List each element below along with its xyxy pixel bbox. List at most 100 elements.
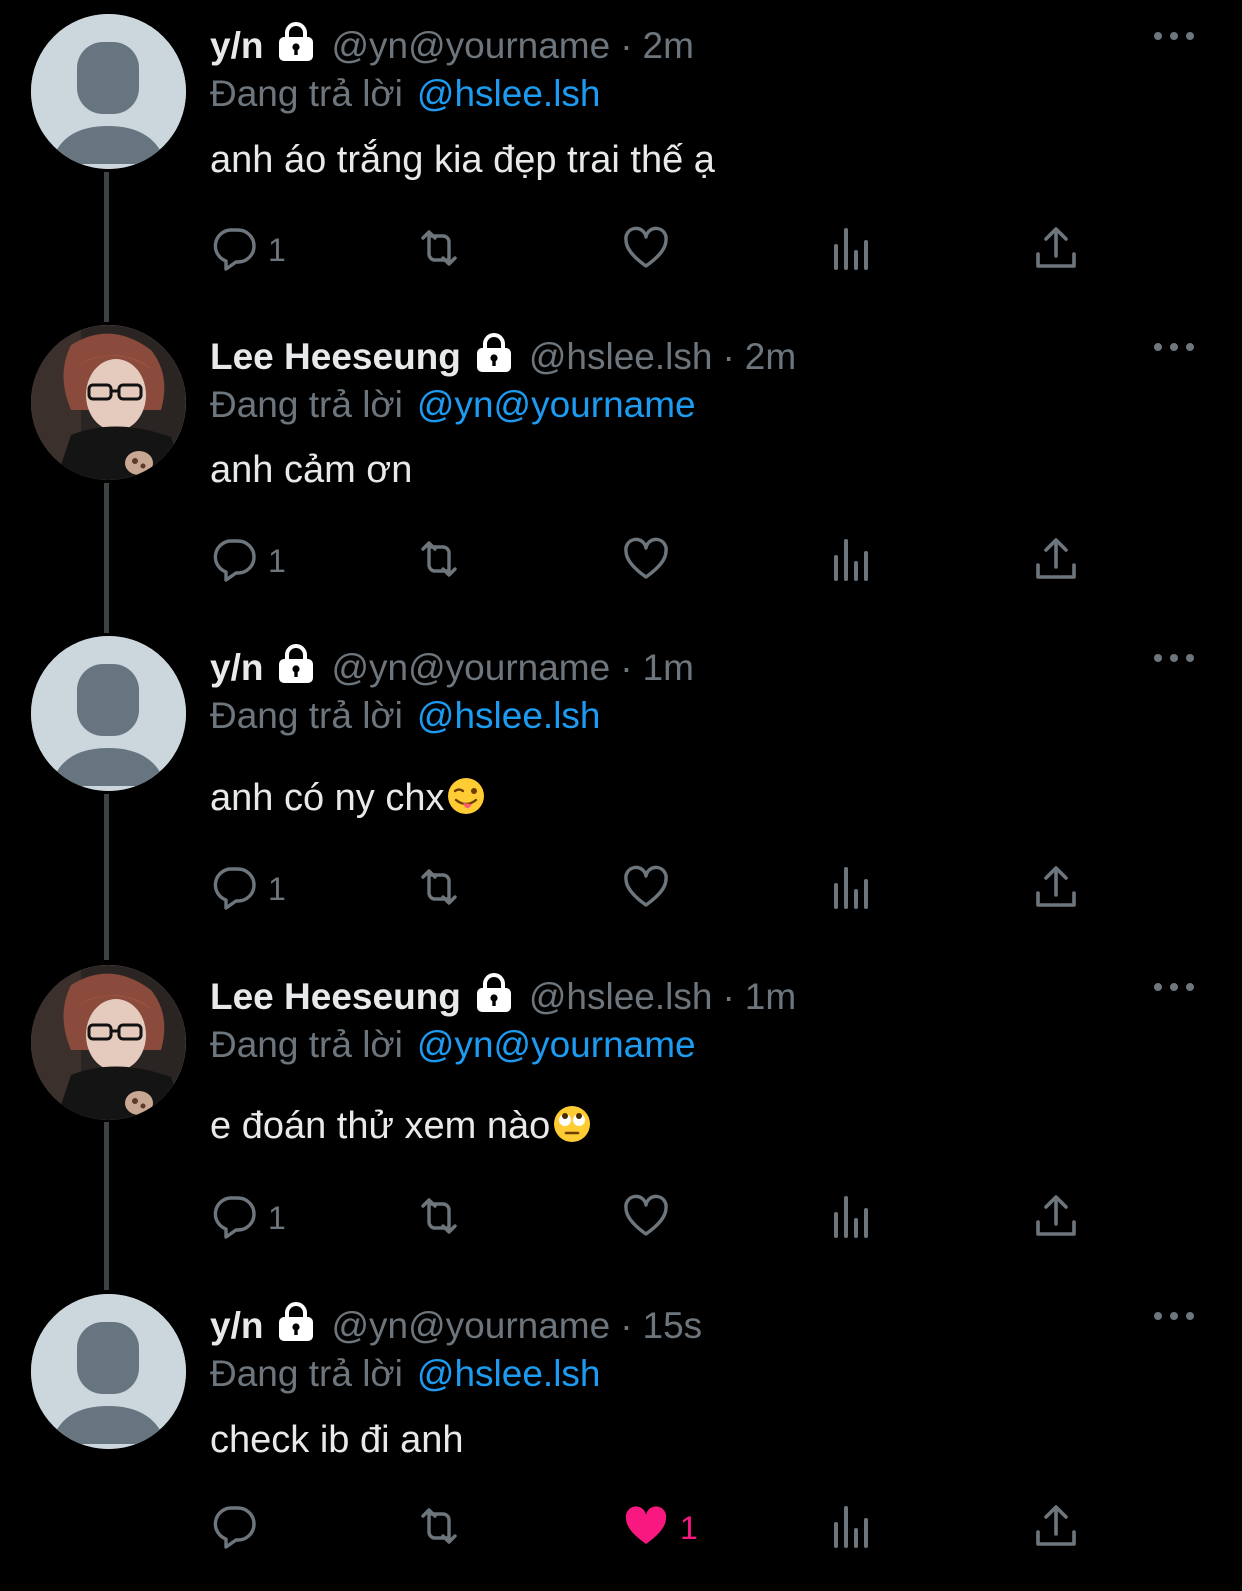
display-name[interactable]: y/n (210, 1302, 263, 1350)
like-button[interactable]: 1 (622, 1500, 698, 1556)
timestamp[interactable]: 1m (643, 644, 694, 692)
retweet-button[interactable] (415, 1500, 463, 1556)
reply-icon (210, 535, 258, 588)
more-icon[interactable] (1152, 26, 1196, 46)
views-button[interactable] (828, 861, 876, 917)
replying-to: Đang trả lời @yn@yourname (210, 381, 696, 429)
views-button[interactable] (828, 1190, 876, 1246)
avatar[interactable] (31, 965, 186, 1120)
tweet-actions: 1 (210, 861, 1110, 921)
heart-icon (622, 224, 670, 277)
display-name[interactable]: y/n (210, 22, 263, 70)
views-button[interactable] (828, 533, 876, 589)
reply-count: 1 (268, 1199, 286, 1236)
user-handle[interactable]: @hslee.lsh (529, 973, 713, 1021)
more-icon[interactable] (1152, 337, 1196, 357)
lock-icon (473, 333, 515, 373)
replying-to: Đang trả lời @hslee.lsh (210, 692, 601, 740)
replying-label: Đang trả lời (210, 1353, 403, 1394)
replying-to: Đang trả lời @hslee.lsh (210, 70, 601, 118)
retweet-icon (415, 224, 463, 277)
separator-dot: · (620, 25, 633, 66)
avatar[interactable] (31, 14, 186, 169)
user-handle[interactable]: @yn@yourname (331, 644, 610, 692)
tweet-text-content: check ib đi anh (210, 1419, 464, 1461)
display-name[interactable]: y/n (210, 644, 263, 692)
tweet[interactable]: y/n @yn@yourname · 2m Đang trả lời @hslee… (0, 0, 1242, 311)
timestamp[interactable]: 2m (643, 22, 694, 70)
tweet-text-content: anh áo trắng kia đẹp trai thế ạ (210, 139, 715, 181)
tweet-text: check ib đi anh (210, 1414, 464, 1466)
lock-icon (275, 644, 317, 684)
more-icon[interactable] (1152, 1306, 1196, 1326)
user-handle[interactable]: @yn@yourname (331, 22, 610, 70)
more-icon[interactable] (1152, 648, 1196, 668)
tweet-text: anh áo trắng kia đẹp trai thế ạ (210, 134, 715, 186)
replying-to: Đang trả lời @yn@yourname (210, 1021, 696, 1069)
retweet-button[interactable] (415, 533, 463, 589)
tweet-header: Lee Heeseung @hslee.lsh · 1m (210, 973, 796, 1021)
tweet-actions: 1 (210, 1500, 1110, 1560)
like-button[interactable] (622, 861, 680, 917)
mention-link[interactable]: @yn@yourname (417, 384, 696, 425)
share-icon (1032, 1192, 1080, 1245)
avatar[interactable] (31, 1294, 186, 1449)
tweet[interactable]: y/n @yn@yourname · 1m Đang trả lời @hslee… (0, 622, 1242, 933)
mention-link[interactable]: @yn@yourname (417, 1024, 696, 1065)
display-name[interactable]: Lee Heeseung (210, 333, 461, 381)
reply-button[interactable]: 1 (210, 533, 286, 589)
share-button[interactable] (1032, 1500, 1080, 1556)
tweet[interactable]: Lee Heeseung @hslee.lsh · 2m Đang trả lờ… (0, 311, 1242, 622)
share-button[interactable] (1032, 861, 1080, 917)
timestamp[interactable]: 1m (745, 973, 796, 1021)
tweet-header: y/n @yn@yourname · 1m (210, 644, 694, 692)
replying-label: Đang trả lời (210, 73, 403, 114)
replying-to: Đang trả lời @hslee.lsh (210, 1350, 601, 1398)
share-button[interactable] (1032, 1190, 1080, 1246)
retweet-icon (415, 535, 463, 588)
share-icon (1032, 863, 1080, 916)
separator-dot: · (620, 1305, 633, 1346)
more-icon[interactable] (1152, 977, 1196, 997)
timestamp[interactable]: 2m (745, 333, 796, 381)
tweet-text-content: anh có ny chx (210, 777, 445, 819)
reply-count: 1 (268, 231, 286, 268)
analytics-icon (828, 1502, 876, 1555)
mention-link[interactable]: @hslee.lsh (417, 1353, 601, 1394)
reply-icon (210, 863, 258, 916)
reply-button[interactable] (210, 1500, 268, 1556)
like-count: 1 (680, 1509, 698, 1546)
tweet-text: anh có ny chx (210, 772, 486, 824)
like-button[interactable] (622, 533, 680, 589)
mention-link[interactable]: @hslee.lsh (417, 695, 601, 736)
like-button[interactable] (622, 222, 680, 278)
reply-button[interactable]: 1 (210, 861, 286, 917)
share-button[interactable] (1032, 222, 1080, 278)
replying-label: Đang trả lời (210, 384, 403, 425)
analytics-icon (828, 1192, 876, 1245)
mention-link[interactable]: @hslee.lsh (417, 73, 601, 114)
like-button[interactable] (622, 1190, 680, 1246)
retweet-button[interactable] (415, 861, 463, 917)
display-name[interactable]: Lee Heeseung (210, 973, 461, 1021)
avatar[interactable] (31, 325, 186, 480)
tweet[interactable]: Lee Heeseung @hslee.lsh · 1m Đang trả lờ… (0, 951, 1242, 1262)
share-button[interactable] (1032, 533, 1080, 589)
avatar[interactable] (31, 636, 186, 791)
retweet-button[interactable] (415, 1190, 463, 1246)
retweet-icon (415, 863, 463, 916)
reply-icon (210, 224, 258, 277)
separator-dot: · (722, 976, 735, 1017)
views-button[interactable] (828, 1500, 876, 1556)
tweet[interactable]: y/n @yn@yourname · 15s Đang trả lời @hsle… (0, 1280, 1242, 1591)
tweet-text-content: anh cảm ơn (210, 449, 413, 491)
share-icon (1032, 224, 1080, 277)
views-button[interactable] (828, 222, 876, 278)
timestamp[interactable]: 15s (643, 1302, 703, 1350)
lock-icon (275, 22, 317, 62)
reply-button[interactable]: 1 (210, 222, 286, 278)
reply-button[interactable]: 1 (210, 1190, 286, 1246)
user-handle[interactable]: @hslee.lsh (529, 333, 713, 381)
user-handle[interactable]: @yn@yourname (331, 1302, 610, 1350)
retweet-button[interactable] (415, 222, 463, 278)
